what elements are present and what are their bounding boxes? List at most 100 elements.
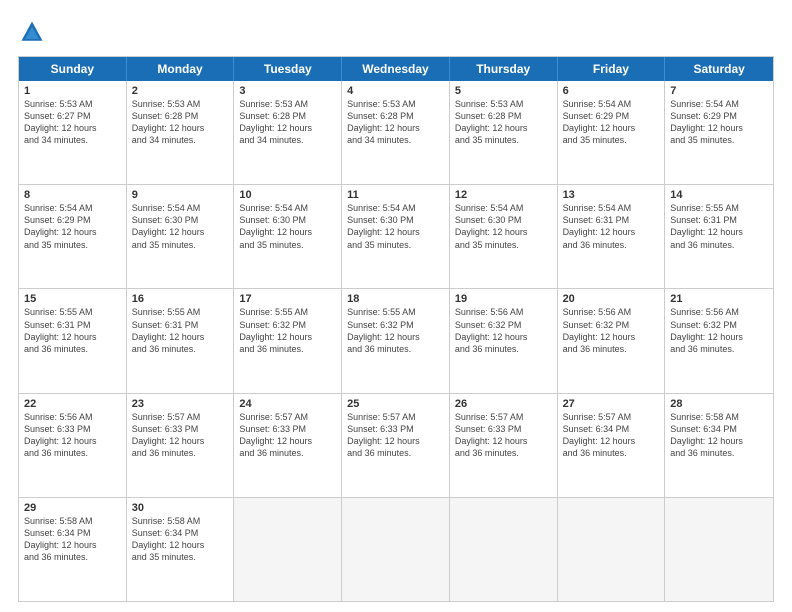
calendar-cell: 30Sunrise: 5:58 AM Sunset: 6:34 PM Dayli…	[127, 498, 235, 601]
day-number: 23	[132, 398, 229, 410]
day-number: 18	[347, 293, 444, 305]
calendar-cell: 24Sunrise: 5:57 AM Sunset: 6:33 PM Dayli…	[234, 394, 342, 497]
cell-info: Sunrise: 5:55 AM Sunset: 6:31 PM Dayligh…	[670, 202, 768, 251]
cell-info: Sunrise: 5:56 AM Sunset: 6:33 PM Dayligh…	[24, 411, 121, 460]
day-number: 9	[132, 189, 229, 201]
day-number: 30	[132, 502, 229, 514]
cell-info: Sunrise: 5:57 AM Sunset: 6:33 PM Dayligh…	[132, 411, 229, 460]
calendar-cell: 4Sunrise: 5:53 AM Sunset: 6:28 PM Daylig…	[342, 81, 450, 184]
header-day: Monday	[127, 57, 235, 81]
calendar-cell: 11Sunrise: 5:54 AM Sunset: 6:30 PM Dayli…	[342, 185, 450, 288]
cell-info: Sunrise: 5:56 AM Sunset: 6:32 PM Dayligh…	[455, 306, 552, 355]
calendar-cell: 5Sunrise: 5:53 AM Sunset: 6:28 PM Daylig…	[450, 81, 558, 184]
calendar-cell	[450, 498, 558, 601]
header-day: Thursday	[450, 57, 558, 81]
day-number: 22	[24, 398, 121, 410]
calendar-row: 22Sunrise: 5:56 AM Sunset: 6:33 PM Dayli…	[19, 393, 773, 497]
day-number: 29	[24, 502, 121, 514]
header	[18, 18, 774, 46]
calendar-cell: 2Sunrise: 5:53 AM Sunset: 6:28 PM Daylig…	[127, 81, 235, 184]
calendar-cell	[665, 498, 773, 601]
day-number: 14	[670, 189, 768, 201]
calendar-cell: 9Sunrise: 5:54 AM Sunset: 6:30 PM Daylig…	[127, 185, 235, 288]
calendar-cell: 27Sunrise: 5:57 AM Sunset: 6:34 PM Dayli…	[558, 394, 666, 497]
calendar-cell: 6Sunrise: 5:54 AM Sunset: 6:29 PM Daylig…	[558, 81, 666, 184]
day-number: 13	[563, 189, 660, 201]
calendar-cell: 15Sunrise: 5:55 AM Sunset: 6:31 PM Dayli…	[19, 289, 127, 392]
cell-info: Sunrise: 5:58 AM Sunset: 6:34 PM Dayligh…	[670, 411, 768, 460]
calendar-cell: 26Sunrise: 5:57 AM Sunset: 6:33 PM Dayli…	[450, 394, 558, 497]
cell-info: Sunrise: 5:53 AM Sunset: 6:28 PM Dayligh…	[239, 98, 336, 147]
calendar-cell: 18Sunrise: 5:55 AM Sunset: 6:32 PM Dayli…	[342, 289, 450, 392]
calendar-cell: 3Sunrise: 5:53 AM Sunset: 6:28 PM Daylig…	[234, 81, 342, 184]
cell-info: Sunrise: 5:54 AM Sunset: 6:30 PM Dayligh…	[239, 202, 336, 251]
cell-info: Sunrise: 5:57 AM Sunset: 6:33 PM Dayligh…	[455, 411, 552, 460]
cell-info: Sunrise: 5:55 AM Sunset: 6:32 PM Dayligh…	[347, 306, 444, 355]
day-number: 6	[563, 85, 660, 97]
calendar-body: 1Sunrise: 5:53 AM Sunset: 6:27 PM Daylig…	[19, 81, 773, 601]
calendar-cell: 17Sunrise: 5:55 AM Sunset: 6:32 PM Dayli…	[234, 289, 342, 392]
day-number: 2	[132, 85, 229, 97]
cell-info: Sunrise: 5:55 AM Sunset: 6:31 PM Dayligh…	[132, 306, 229, 355]
cell-info: Sunrise: 5:57 AM Sunset: 6:33 PM Dayligh…	[239, 411, 336, 460]
day-number: 12	[455, 189, 552, 201]
cell-info: Sunrise: 5:56 AM Sunset: 6:32 PM Dayligh…	[563, 306, 660, 355]
header-day: Tuesday	[234, 57, 342, 81]
day-number: 21	[670, 293, 768, 305]
cell-info: Sunrise: 5:54 AM Sunset: 6:30 PM Dayligh…	[455, 202, 552, 251]
cell-info: Sunrise: 5:54 AM Sunset: 6:29 PM Dayligh…	[563, 98, 660, 147]
cell-info: Sunrise: 5:53 AM Sunset: 6:28 PM Dayligh…	[347, 98, 444, 147]
calendar-cell: 8Sunrise: 5:54 AM Sunset: 6:29 PM Daylig…	[19, 185, 127, 288]
calendar-row: 29Sunrise: 5:58 AM Sunset: 6:34 PM Dayli…	[19, 497, 773, 601]
logo-icon	[18, 18, 46, 46]
day-number: 5	[455, 85, 552, 97]
cell-info: Sunrise: 5:55 AM Sunset: 6:32 PM Dayligh…	[239, 306, 336, 355]
calendar-cell: 10Sunrise: 5:54 AM Sunset: 6:30 PM Dayli…	[234, 185, 342, 288]
day-number: 20	[563, 293, 660, 305]
calendar-cell: 7Sunrise: 5:54 AM Sunset: 6:29 PM Daylig…	[665, 81, 773, 184]
day-number: 3	[239, 85, 336, 97]
calendar-cell: 22Sunrise: 5:56 AM Sunset: 6:33 PM Dayli…	[19, 394, 127, 497]
calendar-cell: 14Sunrise: 5:55 AM Sunset: 6:31 PM Dayli…	[665, 185, 773, 288]
day-number: 11	[347, 189, 444, 201]
calendar-cell: 21Sunrise: 5:56 AM Sunset: 6:32 PM Dayli…	[665, 289, 773, 392]
calendar-row: 8Sunrise: 5:54 AM Sunset: 6:29 PM Daylig…	[19, 184, 773, 288]
cell-info: Sunrise: 5:54 AM Sunset: 6:29 PM Dayligh…	[24, 202, 121, 251]
calendar-cell: 12Sunrise: 5:54 AM Sunset: 6:30 PM Dayli…	[450, 185, 558, 288]
calendar-cell: 25Sunrise: 5:57 AM Sunset: 6:33 PM Dayli…	[342, 394, 450, 497]
cell-info: Sunrise: 5:54 AM Sunset: 6:29 PM Dayligh…	[670, 98, 768, 147]
calendar-cell: 20Sunrise: 5:56 AM Sunset: 6:32 PM Dayli…	[558, 289, 666, 392]
cell-info: Sunrise: 5:58 AM Sunset: 6:34 PM Dayligh…	[132, 515, 229, 564]
calendar-cell: 13Sunrise: 5:54 AM Sunset: 6:31 PM Dayli…	[558, 185, 666, 288]
day-number: 24	[239, 398, 336, 410]
cell-info: Sunrise: 5:54 AM Sunset: 6:31 PM Dayligh…	[563, 202, 660, 251]
page: SundayMondayTuesdayWednesdayThursdayFrid…	[0, 0, 792, 612]
cell-info: Sunrise: 5:53 AM Sunset: 6:28 PM Dayligh…	[132, 98, 229, 147]
header-day: Wednesday	[342, 57, 450, 81]
calendar-cell: 28Sunrise: 5:58 AM Sunset: 6:34 PM Dayli…	[665, 394, 773, 497]
header-day: Saturday	[665, 57, 773, 81]
cell-info: Sunrise: 5:56 AM Sunset: 6:32 PM Dayligh…	[670, 306, 768, 355]
logo	[18, 18, 50, 46]
cell-info: Sunrise: 5:54 AM Sunset: 6:30 PM Dayligh…	[347, 202, 444, 251]
day-number: 7	[670, 85, 768, 97]
calendar: SundayMondayTuesdayWednesdayThursdayFrid…	[18, 56, 774, 602]
cell-info: Sunrise: 5:57 AM Sunset: 6:34 PM Dayligh…	[563, 411, 660, 460]
day-number: 25	[347, 398, 444, 410]
day-number: 17	[239, 293, 336, 305]
calendar-cell	[558, 498, 666, 601]
day-number: 4	[347, 85, 444, 97]
calendar-cell	[342, 498, 450, 601]
day-number: 28	[670, 398, 768, 410]
calendar-row: 1Sunrise: 5:53 AM Sunset: 6:27 PM Daylig…	[19, 81, 773, 184]
calendar-cell: 23Sunrise: 5:57 AM Sunset: 6:33 PM Dayli…	[127, 394, 235, 497]
day-number: 15	[24, 293, 121, 305]
cell-info: Sunrise: 5:54 AM Sunset: 6:30 PM Dayligh…	[132, 202, 229, 251]
calendar-header: SundayMondayTuesdayWednesdayThursdayFrid…	[19, 57, 773, 81]
calendar-cell	[234, 498, 342, 601]
calendar-cell: 29Sunrise: 5:58 AM Sunset: 6:34 PM Dayli…	[19, 498, 127, 601]
day-number: 8	[24, 189, 121, 201]
cell-info: Sunrise: 5:58 AM Sunset: 6:34 PM Dayligh…	[24, 515, 121, 564]
calendar-cell: 16Sunrise: 5:55 AM Sunset: 6:31 PM Dayli…	[127, 289, 235, 392]
calendar-cell: 1Sunrise: 5:53 AM Sunset: 6:27 PM Daylig…	[19, 81, 127, 184]
